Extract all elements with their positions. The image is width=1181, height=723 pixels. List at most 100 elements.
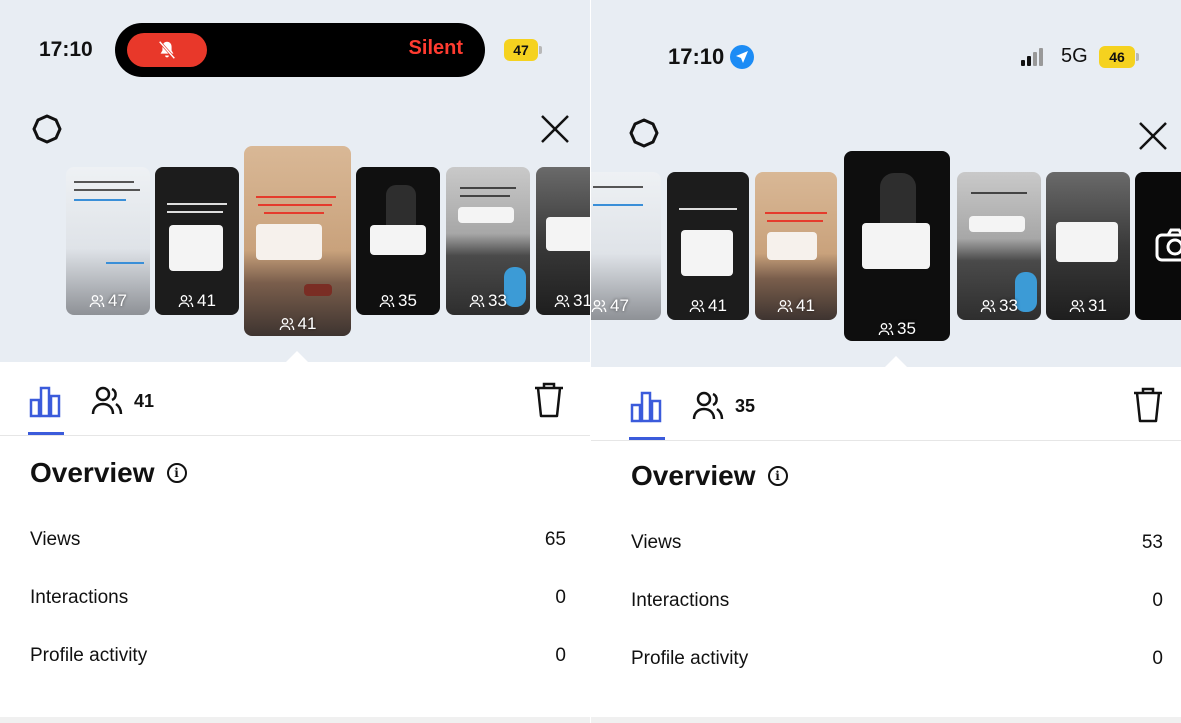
metric-row-profile-activity: Profile activity 0 xyxy=(30,645,566,667)
battery-indicator: 46 xyxy=(1099,46,1135,68)
silent-bell-icon xyxy=(127,33,207,67)
viewers-tab[interactable]: 35 xyxy=(691,389,755,423)
insights-tab-row: 35 xyxy=(591,367,1181,441)
viewers-icon xyxy=(91,386,123,415)
trash-icon[interactable] xyxy=(533,382,565,418)
metric-label: Profile activity xyxy=(631,648,749,669)
silent-label: Silent xyxy=(408,37,463,59)
viewers-count: 35 xyxy=(735,395,756,416)
battery-indicator: 47 xyxy=(504,39,538,61)
metric-row-views: Views 53 xyxy=(631,532,1163,554)
story-viewers: 41 xyxy=(667,296,749,316)
story-viewers: 31 xyxy=(536,291,590,311)
story-thumbnail[interactable]: 47 xyxy=(591,172,661,320)
story-viewer-count: 47 xyxy=(108,291,127,310)
story-viewers: 41 xyxy=(755,296,837,316)
metric-label: Views xyxy=(631,532,682,553)
viewers-icon xyxy=(692,391,724,420)
viewers-icon xyxy=(777,300,793,313)
dynamic-island: Silent xyxy=(115,23,485,77)
close-icon[interactable] xyxy=(1136,119,1170,153)
info-icon[interactable]: i xyxy=(767,466,788,486)
status-bar: 17:10 Silent 47 xyxy=(0,0,590,90)
story-viewer-count: 41 xyxy=(297,314,317,333)
active-tab-underline xyxy=(629,437,665,440)
metric-value: 0 xyxy=(1152,590,1163,611)
status-time: 17:10 xyxy=(668,44,725,69)
story-viewer-count: 41 xyxy=(197,291,216,310)
battery-cap xyxy=(1136,53,1139,61)
story-viewer-count: 41 xyxy=(796,296,815,315)
story-viewer-count: 31 xyxy=(1088,296,1107,315)
camera-icon xyxy=(1155,228,1181,262)
bottom-divider xyxy=(0,717,590,723)
viewers-icon xyxy=(469,295,485,308)
settings-gear-icon[interactable] xyxy=(629,118,659,148)
story-thumbnail[interactable]: 31 xyxy=(536,167,590,315)
metric-value: 0 xyxy=(1152,648,1163,669)
viewers-icon xyxy=(554,295,570,308)
viewers-icon xyxy=(878,323,894,336)
story-viewers: 47 xyxy=(66,291,150,311)
overview-heading: Overview i xyxy=(30,457,187,489)
metric-row-views: Views 65 xyxy=(30,529,566,551)
story-viewer-count: 33 xyxy=(488,291,507,310)
info-icon[interactable]: i xyxy=(166,463,187,483)
viewers-icon xyxy=(1069,300,1085,313)
viewers-icon xyxy=(89,295,105,308)
story-thumbnail[interactable]: 47 xyxy=(66,167,150,315)
story-thumbnail-selected[interactable]: 35 xyxy=(844,151,950,341)
story-viewers: 31 xyxy=(1046,296,1130,316)
story-viewer-count: 33 xyxy=(999,296,1018,315)
network-type: 5G xyxy=(1061,45,1088,67)
viewers-count: 41 xyxy=(134,390,155,411)
trash-icon[interactable] xyxy=(1132,387,1164,423)
metric-label: Profile activity xyxy=(30,645,148,666)
viewers-icon xyxy=(980,300,996,313)
story-thumbnail[interactable]: 41 xyxy=(667,172,749,320)
viewers-tab[interactable]: 41 xyxy=(90,384,154,418)
story-viewers: 33 xyxy=(957,296,1041,316)
story-thumbnail[interactable]: 33 xyxy=(446,167,530,315)
story-thumbnail[interactable]: 31 xyxy=(1046,172,1130,320)
metric-row-interactions: Interactions 0 xyxy=(30,587,566,609)
story-viewer-count: 31 xyxy=(573,291,590,310)
new-story-camera-tile[interactable] xyxy=(1135,172,1181,320)
active-tab-underline xyxy=(28,432,64,435)
right-screenshot: 17:10 5G 46 47 41 41 35 33 31 35 Overvie… xyxy=(591,0,1181,723)
story-thumbnail[interactable]: 33 xyxy=(957,172,1041,320)
location-arrow-icon xyxy=(730,45,754,69)
story-viewers: 35 xyxy=(844,319,950,339)
story-thumbnail-selected[interactable]: 41 xyxy=(244,146,351,336)
story-viewer-count: 35 xyxy=(398,291,417,310)
status-time: 17:10 xyxy=(39,38,93,61)
bar-chart-icon[interactable] xyxy=(28,384,64,420)
story-viewers: 35 xyxy=(356,291,440,311)
metric-label: Interactions xyxy=(30,587,129,608)
viewers-icon xyxy=(279,318,294,331)
viewers-icon xyxy=(689,300,705,313)
insights-tab-row: 41 xyxy=(0,362,590,436)
metric-value: 65 xyxy=(544,529,566,550)
bar-chart-icon[interactable] xyxy=(629,389,665,425)
status-bar: 17:10 5G 46 xyxy=(591,0,1181,90)
overview-heading: Overview i xyxy=(631,460,788,492)
story-viewer-count: 35 xyxy=(897,319,916,338)
metric-label: Views xyxy=(30,529,81,550)
settings-gear-icon[interactable] xyxy=(32,114,62,144)
viewers-icon xyxy=(379,295,395,308)
story-viewers: 33 xyxy=(446,291,530,311)
story-thumbnail[interactable]: 35 xyxy=(356,167,440,315)
story-viewers: 41 xyxy=(244,314,351,334)
metric-value: 53 xyxy=(1141,532,1163,553)
signal-strength-icon xyxy=(1021,46,1043,66)
story-thumbnail[interactable]: 41 xyxy=(755,172,837,320)
metric-row-interactions: Interactions 0 xyxy=(631,590,1163,612)
story-thumbnail[interactable]: 41 xyxy=(155,167,239,315)
close-icon[interactable] xyxy=(538,112,572,146)
metric-label: Interactions xyxy=(631,590,730,611)
viewers-icon xyxy=(178,295,194,308)
metric-value: 0 xyxy=(555,587,566,608)
story-viewer-count: 41 xyxy=(708,296,727,315)
metric-value: 0 xyxy=(555,645,566,666)
